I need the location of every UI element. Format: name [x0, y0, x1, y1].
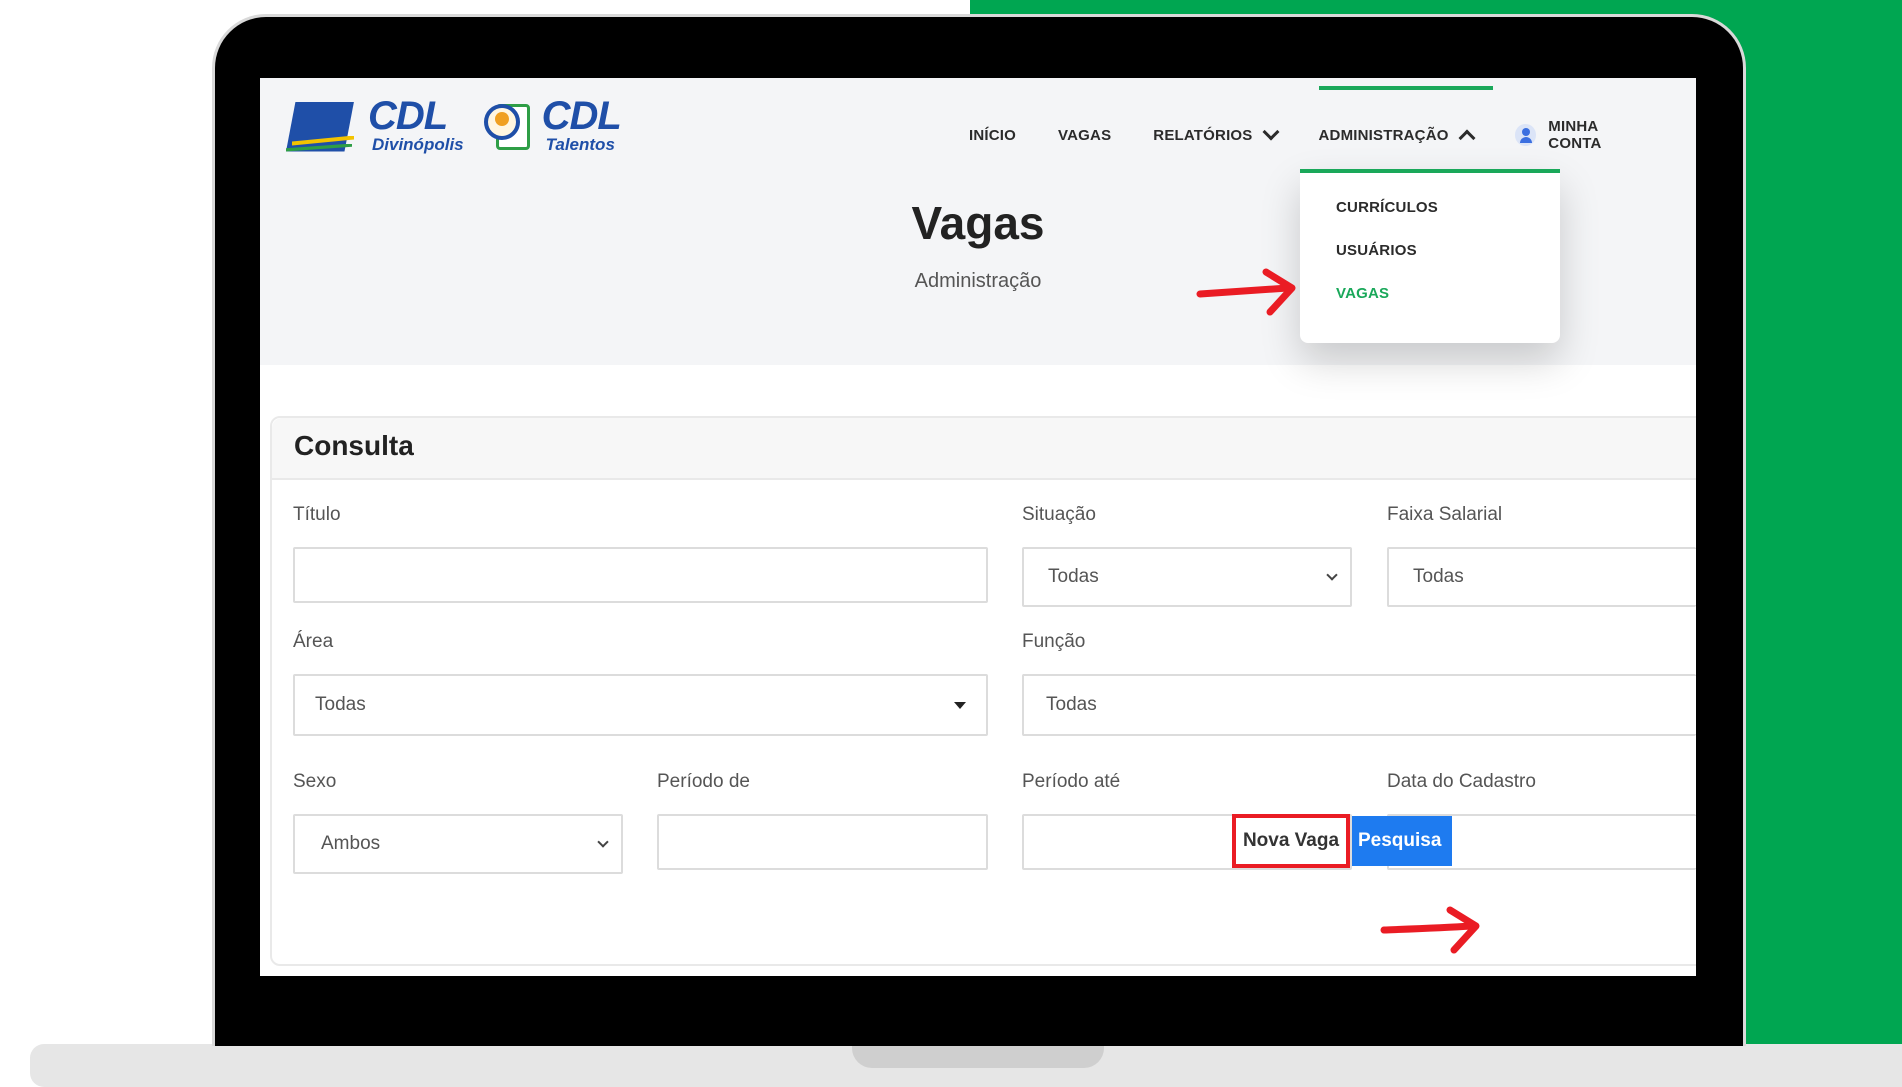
- annotation-arrow-icon: [1196, 268, 1296, 316]
- logo-divinopolis: CDL Divinópolis: [368, 96, 464, 153]
- titulo-label: Título: [293, 504, 341, 525]
- funcao-select[interactable]: Todas: [1022, 674, 1696, 736]
- nav-minha-conta-label: MINHA CONTA: [1548, 118, 1602, 152]
- area-label: Área: [293, 631, 334, 652]
- nav-inicio[interactable]: INÍCIO: [969, 127, 1016, 144]
- chevron-up-icon: [1458, 129, 1476, 147]
- periodo-de-input[interactable]: [657, 814, 988, 870]
- brand-logo[interactable]: CDL Divinópolis CDL Talentos: [286, 94, 622, 154]
- chevron-down-icon: [1262, 123, 1280, 141]
- chevron-down-icon: [1326, 569, 1338, 581]
- sexo-label: Sexo: [293, 771, 337, 792]
- nova-vaga-button[interactable]: Nova Vaga: [1232, 814, 1350, 868]
- situacao-value: Todas: [1048, 566, 1099, 587]
- browser-screen: CDL Divinópolis CDL Talentos INÍCIO VAGA…: [260, 78, 1696, 976]
- user-icon: [1514, 124, 1537, 146]
- logo1-big-text: CDL: [368, 94, 448, 138]
- periodo-de-label: Período de: [657, 771, 750, 792]
- funcao-value: Todas: [1046, 694, 1097, 715]
- main-nav: INÍCIO VAGAS RELATÓRIOS ADMINISTRAÇÃO MI…: [969, 86, 1696, 152]
- talent-magnifier-icon: [482, 98, 532, 152]
- periodo-ate-label: Período até: [1022, 771, 1121, 792]
- nav-vagas[interactable]: VAGAS: [1058, 127, 1111, 144]
- nav-relatorios[interactable]: RELATÓRIOS: [1153, 123, 1280, 144]
- nav-administracao-label: ADMINISTRAÇÃO: [1318, 126, 1449, 144]
- menu-item-usuarios[interactable]: USUÁRIOS: [1336, 242, 1560, 259]
- data-cadastro-label: Data do Cadastro: [1387, 771, 1536, 792]
- sexo-value: Ambos: [321, 833, 381, 854]
- pesquisar-button[interactable]: Pesquisa: [1352, 816, 1452, 866]
- nav-minha-conta[interactable]: MINHA CONTA: [1514, 118, 1654, 152]
- sexo-select[interactable]: Ambos: [293, 814, 623, 874]
- situacao-select[interactable]: Todas: [1022, 547, 1352, 607]
- nav-relatorios-label: RELATÓRIOS: [1153, 126, 1253, 144]
- nav-administracao[interactable]: ADMINISTRAÇÃO: [1318, 86, 1493, 147]
- logo2-big-text: CDL: [541, 94, 622, 138]
- titulo-input[interactable]: [293, 547, 988, 603]
- admin-dropdown-menu: CURRÍCULOS USUÁRIOS VAGAS: [1300, 169, 1560, 343]
- cdl-flag-icon: [286, 98, 358, 152]
- situacao-label: Situação: [1022, 504, 1096, 525]
- faixa-salarial-select[interactable]: Todas: [1387, 547, 1696, 607]
- logo-talentos: CDL Talentos: [541, 94, 622, 154]
- area-value: Todas: [315, 694, 366, 715]
- funcao-label: Função: [1022, 631, 1086, 652]
- annotation-arrow-icon: [1380, 906, 1480, 954]
- faixa-salarial-value: Todas: [1413, 566, 1464, 587]
- card-title: Consulta: [272, 418, 1696, 480]
- logo2-small-text: Talentos: [545, 135, 615, 154]
- logo1-small-text: Divinópolis: [372, 135, 464, 154]
- faixa-salarial-label: Faixa Salarial: [1387, 504, 1503, 525]
- chevron-down-icon: [597, 836, 609, 848]
- menu-item-curriculos[interactable]: CURRÍCULOS: [1336, 199, 1560, 216]
- area-select[interactable]: Todas: [293, 674, 988, 736]
- laptop-notch: [852, 1044, 1104, 1068]
- caret-down-icon: [954, 702, 966, 709]
- menu-item-vagas[interactable]: VAGAS: [1336, 285, 1560, 302]
